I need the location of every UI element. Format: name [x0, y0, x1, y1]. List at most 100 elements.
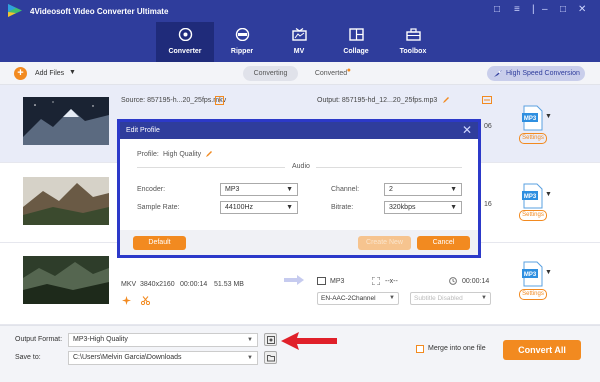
profile-value: High Quality [163, 151, 202, 158]
divider [137, 167, 285, 168]
save-to-value: C:\Users\Melvin Garcia\Downloads [73, 354, 182, 361]
mp3-format-icon[interactable]: MP3 [522, 105, 544, 131]
tab-converter[interactable]: Converter [156, 22, 214, 62]
video-thumbnail [23, 97, 109, 145]
notification-dot-icon: ● [346, 67, 351, 74]
channel-select[interactable]: 2 ▼ [384, 183, 462, 196]
output-filename: Output: 857195-hd_12...20_25fps.mp3 [317, 97, 438, 104]
audio-track-select[interactable]: EN-AAC-2Channel ▼ [317, 292, 399, 305]
video-thumbnail [23, 177, 109, 225]
edit-icon[interactable] [442, 96, 450, 104]
minimize-icon[interactable]: – [542, 5, 548, 15]
feedback-icon[interactable]: □ [494, 5, 500, 15]
tab-toolbox[interactable]: Toolbox [384, 22, 442, 62]
tab-ripper-label: Ripper [230, 48, 254, 55]
chevron-down-icon[interactable]: ▼ [69, 69, 76, 76]
cut-icon[interactable] [141, 296, 150, 305]
channel-value: 2 [389, 186, 393, 193]
chevron-down-icon: ▼ [247, 337, 253, 343]
mp3-format-label: MP3 [524, 116, 537, 122]
enhance-icon[interactable] [122, 296, 131, 305]
source-duration: 00:00:14 [180, 281, 208, 288]
duration-partial: 16 [484, 201, 492, 208]
bitrate-label: Bitrate: [331, 204, 354, 211]
chevron-down-icon[interactable]: ▼ [545, 269, 552, 276]
format-settings-icon[interactable] [482, 96, 492, 104]
chevron-down-icon: ▼ [247, 355, 253, 361]
ripper-icon [235, 28, 250, 41]
divider [316, 167, 462, 168]
red-arrow-icon [281, 332, 337, 350]
resize-icon [372, 277, 380, 285]
chevron-down-icon[interactable]: ▼ [545, 113, 552, 120]
tab-mv-label: MV [293, 48, 305, 55]
edit-profile-dialog: Edit Profile ✕ Profile: High Quality Aud… [117, 119, 481, 258]
high-speed-conversion-button[interactable]: High Speed Conversion [487, 66, 585, 81]
sample-rate-label: Sample Rate: [137, 204, 180, 211]
chevron-down-icon: ▼ [286, 204, 293, 211]
merge-label: Merge into one file [428, 345, 486, 352]
output-format-value: MP3-High Quality [73, 336, 128, 343]
chevron-down-icon: ▼ [389, 295, 395, 301]
toolbox-icon [406, 28, 421, 41]
bitrate-select[interactable]: 320kbps ▼ [384, 201, 462, 214]
cancel-button[interactable]: Cancel [417, 236, 470, 250]
audio-section-label: Audio [292, 163, 310, 170]
create-new-button[interactable]: Create New [358, 236, 411, 250]
info-icon[interactable]: ! [215, 96, 224, 105]
edit-icon[interactable] [205, 150, 213, 158]
app-logo-icon [8, 4, 22, 17]
mp3-format-label: MP3 [524, 194, 537, 200]
output-format-select[interactable]: MP3-High Quality ▼ [68, 333, 258, 347]
tab-converted[interactable]: Converted ● [309, 66, 353, 81]
tab-collage[interactable]: Collage [327, 22, 385, 62]
chevron-down-icon: ▼ [450, 186, 457, 193]
video-thumbnail [23, 256, 109, 304]
output-format-icon [317, 277, 326, 285]
menu-icon[interactable]: ≡ [514, 5, 520, 15]
encoder-label: Encoder: [137, 186, 166, 193]
sample-rate-value: 44100Hz [225, 204, 254, 211]
checkbox-icon[interactable] [416, 345, 424, 353]
toolbar: + Add Files ▼ Converting Converted ● Hig… [0, 62, 600, 85]
add-files-label: Add Files [35, 70, 65, 77]
source-size: 51.53 MB [214, 281, 244, 288]
convert-all-button[interactable]: Convert All [503, 340, 581, 360]
save-to-select[interactable]: C:\Users\Melvin Garcia\Downloads ▼ [68, 351, 258, 365]
tab-converter-label: Converter [168, 48, 202, 55]
tab-mv[interactable]: MV [270, 22, 328, 62]
merge-checkbox[interactable]: Merge into one file [416, 345, 516, 355]
app-title: 4Videosoft Video Converter Ultimate [30, 7, 169, 16]
encoder-select[interactable]: MP3 ▼ [220, 183, 298, 196]
subtitle-select[interactable]: Subtitle Disabled ▼ [410, 292, 491, 305]
source-container: MKV [121, 281, 137, 288]
dialog-title: Edit Profile [126, 127, 160, 134]
tab-converting[interactable]: Converting [243, 66, 298, 81]
mp3-format-icon[interactable]: MP3 [522, 261, 544, 287]
chevron-down-icon: ▼ [286, 186, 293, 193]
output-resolution: --x-- [385, 278, 398, 285]
output-duration: 00:00:14 [462, 278, 490, 285]
output-format-label: Output Format: [15, 336, 63, 343]
close-icon[interactable]: ✕ [462, 123, 472, 137]
close-icon[interactable]: ✕ [578, 5, 586, 15]
arrow-right-icon [284, 275, 304, 285]
title-bar: 4Videosoft Video Converter Ultimate □ ≡ … [0, 0, 600, 22]
converter-icon [178, 28, 193, 41]
clock-icon [449, 277, 457, 285]
maximize-icon[interactable]: □ [560, 5, 566, 15]
svg-text:!: ! [219, 98, 221, 105]
mp3-format-icon[interactable]: MP3 [522, 183, 544, 209]
folder-icon [267, 355, 275, 362]
divider-icon: | [532, 4, 535, 15]
chevron-down-icon[interactable]: ▼ [545, 191, 552, 198]
edit-profile-button[interactable] [264, 333, 277, 346]
settings-button[interactable]: Settings [519, 210, 547, 221]
open-folder-button[interactable] [264, 351, 277, 364]
settings-button[interactable]: Settings [519, 133, 547, 144]
tab-ripper[interactable]: Ripper [213, 22, 271, 62]
settings-button[interactable]: Settings [519, 289, 547, 300]
encoder-value: MP3 [225, 186, 240, 193]
sample-rate-select[interactable]: 44100Hz ▼ [220, 201, 298, 214]
default-button[interactable]: Default [133, 236, 186, 250]
